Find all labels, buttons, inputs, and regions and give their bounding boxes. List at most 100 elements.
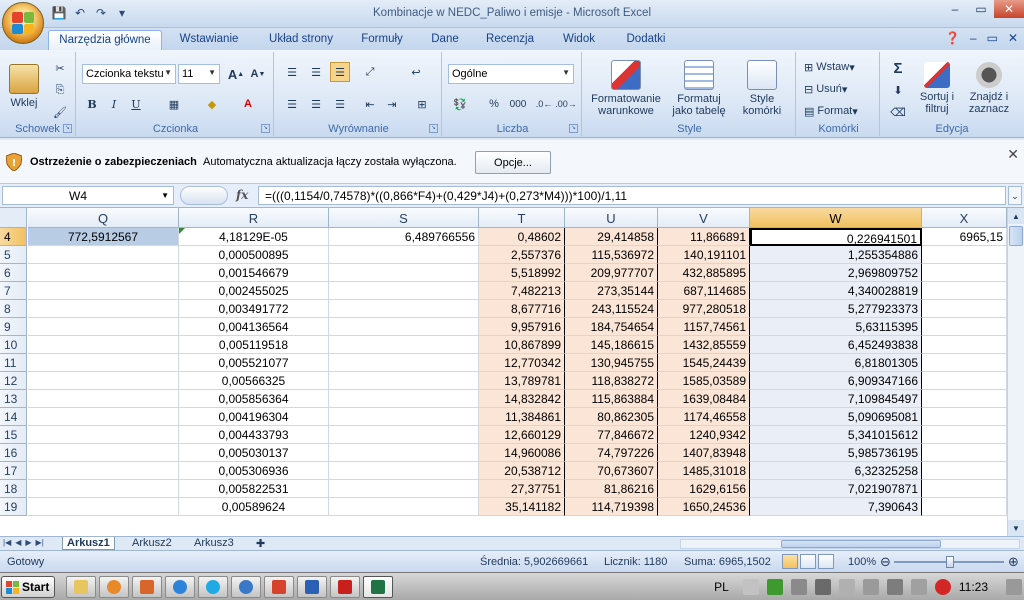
cell-t7[interactable]: 7,482213 [479, 282, 565, 300]
cell-r19[interactable]: 0,00589624 [179, 498, 329, 516]
row-header[interactable]: 13 [0, 390, 27, 408]
autosum-icon[interactable]: Σ [888, 58, 908, 78]
cell-w4[interactable]: 0,226941501 [750, 228, 922, 246]
sheet-tab-arkusz2[interactable]: Arkusz2 [128, 537, 176, 550]
cell-u6[interactable]: 209,977707 [565, 264, 658, 282]
expand-formula-bar-icon[interactable]: ⌄ [1008, 186, 1022, 205]
cell-q17[interactable] [28, 462, 179, 480]
zoom-out-icon[interactable]: ⊖ [880, 554, 891, 570]
tray-expand-icon[interactable] [742, 579, 759, 595]
language-indicator[interactable]: PL [714, 580, 729, 594]
tab-home[interactable]: Narzędzia główne [48, 30, 162, 50]
cell-t19[interactable]: 35,141182 [479, 498, 565, 516]
find-select-button[interactable]: Znajdź i zaznacz [960, 56, 1018, 120]
grow-font-icon[interactable]: A ▲ [226, 64, 246, 84]
accounting-format-icon[interactable]: 💱 [450, 94, 470, 114]
cell-q16[interactable] [28, 444, 179, 462]
bold-button[interactable]: B [82, 94, 102, 114]
cell-r5[interactable]: 0,000500895 [179, 246, 329, 264]
column-header-w[interactable]: W [750, 208, 922, 228]
cell-x16[interactable] [922, 444, 1007, 462]
alignment-launcher-icon[interactable]: ↘ [429, 124, 438, 133]
cell-w5[interactable]: 1,255354886 [750, 246, 922, 264]
column-header-r[interactable]: R [179, 208, 329, 228]
skype-icon[interactable] [198, 576, 228, 598]
align-top-icon[interactable]: ☰ [282, 62, 302, 82]
cell-w9[interactable]: 5,63115395 [750, 318, 922, 336]
cell-v9[interactable]: 1157,74561 [658, 318, 750, 336]
worksheet-grid[interactable]: Q R S T U V W X 4 772,5912567 4,18129E-05 6,4897665… [0, 208, 1007, 536]
cell-t6[interactable]: 5,518992 [479, 264, 565, 282]
cell-x4[interactable]: 6965,15 [922, 228, 1007, 246]
flag-icon[interactable] [838, 579, 855, 595]
cell-u8[interactable]: 243,115524 [565, 300, 658, 318]
cell-w6[interactable]: 2,969809752 [750, 264, 922, 282]
row-header[interactable]: 17 [0, 462, 27, 480]
row-header[interactable]: 8 [0, 300, 27, 318]
cell-u9[interactable]: 184,754654 [565, 318, 658, 336]
column-header-v[interactable]: V [658, 208, 750, 228]
conditional-formatting-button[interactable]: Formatowanie warunkowe [586, 56, 666, 120]
cell-q13[interactable] [28, 390, 179, 408]
normal-view-icon[interactable] [782, 554, 798, 569]
cell-u18[interactable]: 81,86216 [565, 480, 658, 498]
cell-w11[interactable]: 6,81801305 [750, 354, 922, 372]
cell-x6[interactable] [922, 264, 1007, 282]
word-icon[interactable] [297, 576, 327, 598]
close-warning-icon[interactable]: ✕ [1007, 146, 1019, 163]
battery-icon[interactable] [862, 579, 879, 595]
cell-q19[interactable] [28, 498, 179, 516]
cell-r6[interactable]: 0,001546679 [179, 264, 329, 282]
cell-v19[interactable]: 1650,24536 [658, 498, 750, 516]
row-header[interactable]: 12 [0, 372, 27, 390]
cell-v12[interactable]: 1585,03589 [658, 372, 750, 390]
cell-s14[interactable] [329, 408, 479, 426]
percent-button[interactable]: % [484, 94, 504, 114]
cell-q15[interactable] [28, 426, 179, 444]
cell-s17[interactable] [329, 462, 479, 480]
internet-explorer-icon[interactable] [165, 576, 195, 598]
cell-s8[interactable] [329, 300, 479, 318]
cell-w18[interactable]: 7,021907871 [750, 480, 922, 498]
cell-s18[interactable] [329, 480, 479, 498]
error-indicator-icon[interactable] [179, 228, 185, 234]
last-sheet-icon[interactable]: ▶| [36, 538, 44, 547]
borders-icon[interactable]: ▦ [164, 94, 184, 114]
cell-u4[interactable]: 29,414858 [565, 228, 658, 246]
cell-t15[interactable]: 12,660129 [479, 426, 565, 444]
clipboard-launcher-icon[interactable]: ↘ [63, 124, 72, 133]
cell-r17[interactable]: 0,005306936 [179, 462, 329, 480]
cell-t16[interactable]: 14,960086 [479, 444, 565, 462]
row-header[interactable]: 15 [0, 426, 27, 444]
cell-u13[interactable]: 115,863884 [565, 390, 658, 408]
row-header[interactable]: 7 [0, 282, 27, 300]
cell-r18[interactable]: 0,005822531 [179, 480, 329, 498]
tab-data[interactable]: Dane [420, 30, 470, 50]
decrease-decimal-icon[interactable]: .00→ [555, 94, 577, 114]
cell-styles-button[interactable]: Style komórki [732, 56, 792, 120]
tab-addins[interactable]: Dodatki [614, 30, 678, 50]
options-button[interactable]: Opcje... [475, 151, 551, 174]
sheet-tab-arkusz3[interactable]: Arkusz3 [190, 537, 238, 550]
tab-review[interactable]: Recenzja [478, 30, 542, 50]
horizontal-scroll-thumb[interactable] [781, 540, 941, 548]
zoom-level[interactable]: 100% [848, 556, 876, 568]
first-sheet-icon[interactable]: |◀ [3, 538, 11, 547]
cell-q12[interactable] [28, 372, 179, 390]
cell-t4[interactable]: 0,48602 [479, 228, 565, 246]
decrease-indent-icon[interactable]: ⇤ [360, 94, 380, 114]
number-format-combo[interactable]: Ogólne ▼ [448, 64, 574, 84]
font-name-combo[interactable]: Czcionka tekstu ▼ [82, 64, 176, 84]
paste-button[interactable]: Wklej [4, 56, 44, 116]
row-header[interactable]: 6 [0, 264, 27, 282]
cell-s12[interactable] [329, 372, 479, 390]
cell-x11[interactable] [922, 354, 1007, 372]
excel-icon[interactable] [363, 576, 393, 598]
cell-v15[interactable]: 1240,9342 [658, 426, 750, 444]
cell-t13[interactable]: 14,832842 [479, 390, 565, 408]
cell-v6[interactable]: 432,885895 [658, 264, 750, 282]
select-all-corner[interactable] [0, 208, 27, 228]
cell-x7[interactable] [922, 282, 1007, 300]
cell-u15[interactable]: 77,846672 [565, 426, 658, 444]
zoom-slider-knob[interactable] [946, 556, 954, 568]
